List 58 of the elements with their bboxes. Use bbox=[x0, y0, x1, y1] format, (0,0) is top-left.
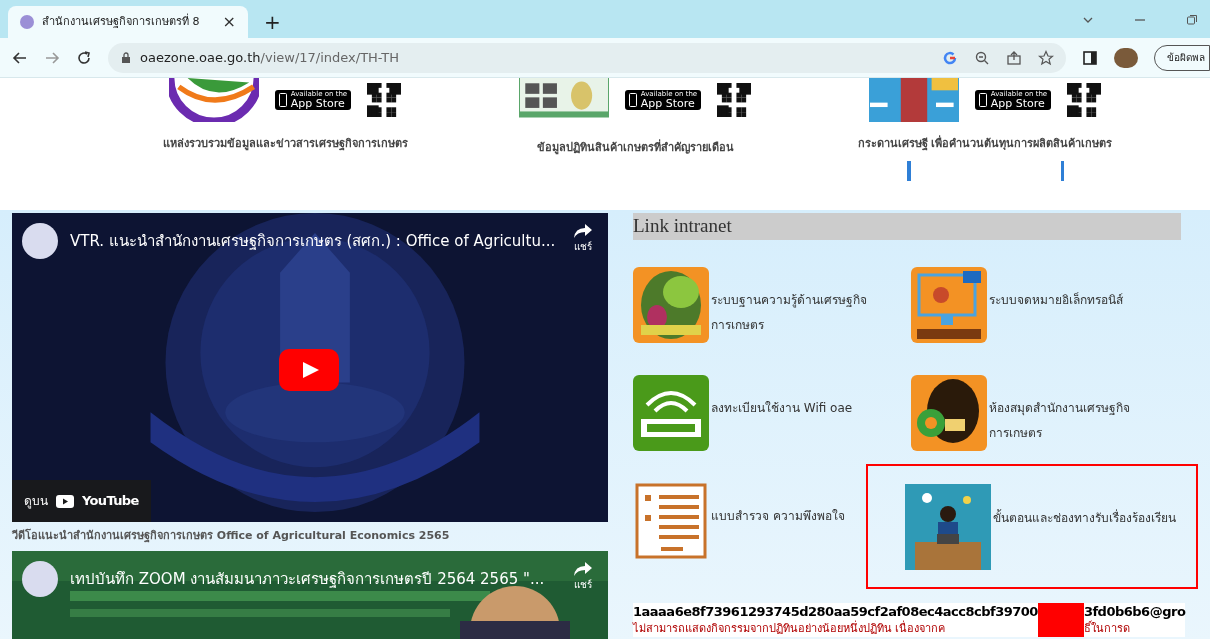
forward-icon[interactable] bbox=[44, 49, 60, 66]
intranet-link[interactable]: ระบบฐานความรู้ด้านเศรษฐกิจการเกษตร bbox=[711, 288, 901, 338]
profile-avatar[interactable] bbox=[1114, 47, 1138, 68]
watch-on-youtube-button[interactable]: ดูบน YouTube bbox=[12, 480, 151, 522]
close-tab-button[interactable]: × bbox=[222, 10, 236, 34]
section-title: Link intranet bbox=[633, 214, 732, 239]
intranet-link[interactable]: ห้องสมุดสำนักงานเศรษฐกิจการเกษตร bbox=[989, 396, 1179, 446]
restore-icon[interactable] bbox=[1186, 14, 1198, 26]
app-caption: ข้อมูลปฏิทินสินค้าเกษตรที่สำคัญรายเดือน bbox=[536, 140, 734, 157]
youtube-play-icon bbox=[56, 494, 74, 508]
back-icon[interactable] bbox=[12, 49, 28, 66]
site-icon bbox=[20, 15, 34, 29]
calendar-id-text: 3fd0b6b6@gro bbox=[1083, 603, 1186, 620]
address-bar[interactable]: oaezone.oae.go.th/view/17/index/TH-TH bbox=[108, 42, 1066, 73]
qr-code-icon bbox=[1067, 83, 1102, 117]
qr-code-icon bbox=[717, 83, 752, 117]
intranet-link[interactable]: ขั้นตอนและช่องทางรับเรื่องร้องเรียน bbox=[993, 506, 1183, 531]
video-player[interactable]: VTR. แนะนำสำนักงานเศรษฐกิจการเกษตร (สศก.) : Office of Agricultu... แชร์ ดูบน YouTube bbox=[12, 213, 608, 522]
reload-icon[interactable] bbox=[76, 49, 92, 66]
highlighted-link-card[interactable]: ขั้นตอนและช่องทางรับเรื่องร้องเรียน bbox=[866, 464, 1198, 589]
share-button[interactable]: แชร์ bbox=[568, 560, 598, 592]
side-panel-icon[interactable] bbox=[1082, 49, 1098, 66]
phone-icon bbox=[278, 93, 287, 107]
app-caption: แหล่งรวบรวมข้อมูลและข่าวสารเศรษฐกิจการเกษตร bbox=[162, 136, 408, 153]
watch-on-label: ดูบน bbox=[24, 493, 48, 510]
video-title[interactable]: เทปบันทึก ZOOM งานสัมมนาภาวะเศรษฐกิจการเกษตรปี 2564 2565 "... bbox=[70, 567, 556, 590]
calendar-error-text: ไม่สามารถแสดงกิจกรรมจากปฏิทินอย่างน้อยหนึ่งปฏิทิน เนื่องจากค bbox=[633, 620, 947, 637]
url-text: oaezone.oae.go.th/view/17/index/TH-TH bbox=[140, 48, 401, 67]
google-icon[interactable] bbox=[942, 49, 958, 66]
zoom-icon[interactable] bbox=[974, 49, 990, 66]
browser-tab[interactable]: สำนักงานเศรษฐกิจการเกษตรที่ 8 × bbox=[8, 6, 248, 38]
tab-title: สำนักงานเศรษฐกิจการเกษตรที่ 8 bbox=[42, 13, 201, 30]
star-icon[interactable] bbox=[1038, 49, 1054, 66]
share-arrow-icon bbox=[573, 223, 593, 239]
badge-title: App Store bbox=[990, 98, 1046, 109]
qr-code-icon bbox=[367, 83, 402, 117]
share-icon[interactable] bbox=[1006, 49, 1022, 66]
intranet-link[interactable]: ระบบจดหมายอิเล็กทรอนิส์ bbox=[989, 288, 1179, 313]
play-button-icon[interactable] bbox=[279, 349, 339, 391]
share-arrow-icon bbox=[573, 560, 593, 577]
youtube-wordmark: YouTube bbox=[82, 492, 139, 511]
phone-icon bbox=[628, 93, 637, 107]
share-button[interactable]: แชร์ bbox=[568, 223, 598, 254]
phone-icon bbox=[978, 93, 987, 107]
scroll-marker bbox=[906, 160, 911, 181]
scroll-marker bbox=[1060, 160, 1064, 181]
new-tab-button[interactable]: + bbox=[248, 6, 297, 38]
video-caption: วีดีโอแนะนำสำนักงานเศรษฐกิจการเกษตร Office of Agricultural Economics 2565 bbox=[12, 528, 451, 545]
calendar-id-text: 1aaaa6e8f73961293745d280aa59cf2af08ec4acc8cbf39700 bbox=[633, 603, 1038, 620]
video-title[interactable]: VTR. แนะนำสำนักงานเศรษฐกิจการเกษตร (สศก.) : Office of Agricultu... bbox=[70, 230, 556, 253]
badge-title: App Store bbox=[290, 98, 346, 109]
calendar-error-text: ธิ์ในการด bbox=[1083, 620, 1131, 637]
app-caption: กระดานเศรษฐี เพื่อคำนวนต้นทุนการผลิตสินค้าเกษตร bbox=[857, 136, 1113, 153]
lock-icon bbox=[120, 51, 132, 64]
video-player[interactable]: เทปบันทึก ZOOM งานสัมมนาภาวะเศรษฐกิจการเกษตรปี 2564 2565 "... แชร์ bbox=[12, 550, 608, 639]
redaction-block bbox=[1037, 603, 1084, 637]
badge-title: App Store bbox=[640, 98, 696, 109]
intranet-link[interactable]: ลงทะเบียนใช้งาน Wifi oae bbox=[711, 396, 901, 421]
